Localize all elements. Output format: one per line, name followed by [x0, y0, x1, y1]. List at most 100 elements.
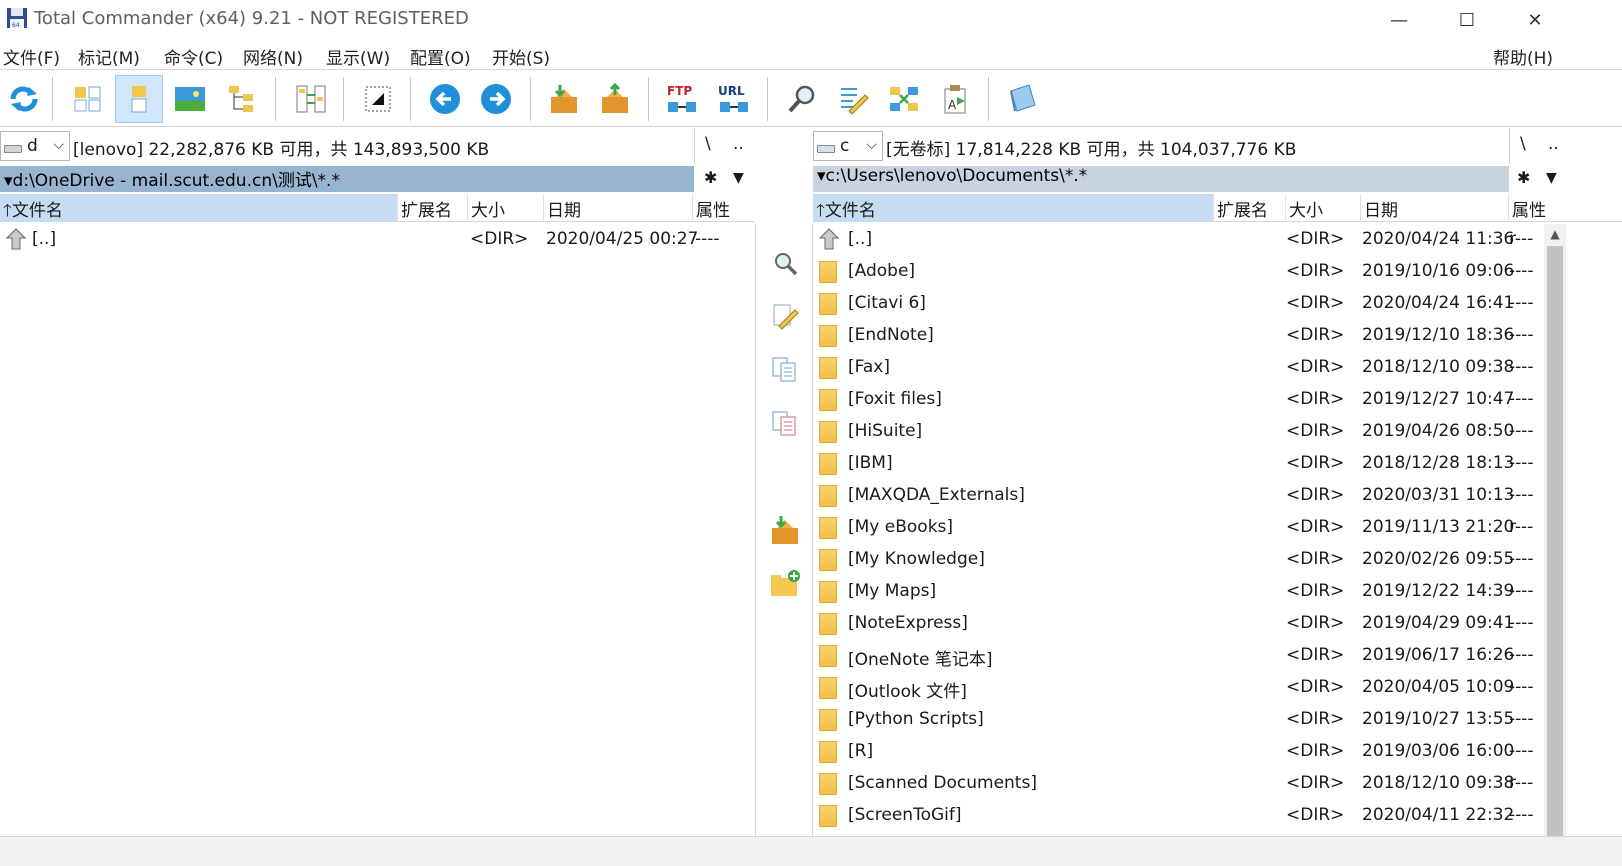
- file-row[interactable]: [My eBooks] <DIR> 2019/11/13 21:20 r---: [813, 512, 1544, 544]
- right-file-list[interactable]: [..] <DIR> 2020/04/24 11:36 r--- [Adobe] <DIR…: [813, 224, 1544, 836]
- ftp-icon[interactable]: FTP: [658, 75, 706, 123]
- file-date: 2018/12/10 09:38: [1362, 773, 1515, 793]
- status-bar: [0, 836, 1622, 866]
- maximize-button[interactable]: ☐: [1432, 0, 1502, 40]
- thumbnail-view-icon[interactable]: [166, 75, 214, 123]
- refresh-icon[interactable]: [0, 75, 48, 123]
- notepad-icon[interactable]: [998, 75, 1046, 123]
- menu-commands[interactable]: 命令(C): [164, 44, 223, 69]
- file-row[interactable]: [My Knowledge] <DIR> 2020/02/26 09:55 ----: [813, 544, 1544, 576]
- menu-show[interactable]: 显示(W): [326, 44, 390, 69]
- tree-view-icon[interactable]: [218, 75, 266, 123]
- file-row[interactable]: [Adobe] <DIR> 2019/10/16 09:06 ----: [813, 256, 1544, 288]
- path-dropdown-icon: ▾: [4, 171, 13, 191]
- sync-dirs-icon[interactable]: [880, 75, 928, 123]
- right-hotlist-chevron-icon[interactable]: ▼: [1546, 170, 1557, 186]
- right-root-button[interactable]: \: [1520, 134, 1526, 154]
- menu-start[interactable]: 开始(S): [492, 44, 550, 69]
- move-icon[interactable]: [767, 405, 803, 441]
- file-attr: ----: [1509, 485, 1534, 505]
- left-col-attr[interactable]: 属性: [693, 194, 754, 222]
- edit-icon[interactable]: [767, 298, 803, 334]
- pack-files-icon[interactable]: [767, 512, 803, 548]
- new-folder-icon[interactable]: [767, 566, 803, 602]
- file-name: [HiSuite]: [848, 421, 923, 441]
- file-attr: ----: [1509, 549, 1534, 569]
- file-row[interactable]: [EndNote] <DIR> 2019/12/10 18:36 ----: [813, 320, 1544, 352]
- search-icon[interactable]: [778, 75, 826, 123]
- file-row[interactable]: [NoteExpress] <DIR> 2019/04/29 09:41 ----: [813, 608, 1544, 640]
- forward-icon[interactable]: [472, 75, 520, 123]
- file-date: 2019/12/22 14:39: [1362, 581, 1515, 601]
- right-path[interactable]: ▾c:\Users\lenovo\Documents\*.*: [813, 166, 1509, 192]
- file-name: [EndNote]: [848, 325, 934, 345]
- menu-file[interactable]: 文件(F): [3, 44, 60, 69]
- pack-icon[interactable]: [540, 75, 588, 123]
- select-icon[interactable]: [354, 75, 402, 123]
- left-path[interactable]: ▾d:\OneDrive - mail.scut.edu.cn\测试\*.*: [0, 166, 694, 192]
- right-drive-select[interactable]: c ⌵: [813, 131, 883, 161]
- left-up-button[interactable]: ..: [733, 134, 744, 154]
- left-root-button[interactable]: \: [705, 134, 711, 154]
- scroll-up-icon[interactable]: ▲: [1544, 224, 1566, 244]
- file-row[interactable]: [Citavi 6] <DIR> 2020/04/24 16:41 ----: [813, 288, 1544, 320]
- right-up-button[interactable]: ..: [1548, 134, 1559, 154]
- file-row[interactable]: [My Maps] <DIR> 2019/12/22 14:39 ----: [813, 576, 1544, 608]
- multi-rename-icon[interactable]: [829, 75, 877, 123]
- file-size: <DIR>: [1286, 709, 1345, 729]
- file-row[interactable]: [Foxit files] <DIR> 2019/12/27 10:47 ----: [813, 384, 1544, 416]
- left-col-date[interactable]: 日期: [544, 194, 693, 222]
- edit-attrs-icon[interactable]: A: [931, 75, 979, 123]
- scroll-thumb[interactable]: [1547, 246, 1563, 836]
- file-date: 2018/12/28 18:13: [1362, 453, 1515, 473]
- left-history-star-icon[interactable]: ✱: [704, 168, 717, 187]
- full-view-icon[interactable]: [115, 75, 163, 123]
- file-date: 2019/12/10 18:36: [1362, 325, 1515, 345]
- left-drive-select[interactable]: d ⌵: [0, 131, 70, 161]
- back-icon[interactable]: [421, 75, 469, 123]
- menu-mark[interactable]: 标记(M): [78, 44, 140, 69]
- file-row[interactable]: [Outlook 文件] <DIR> 2020/04/05 10:09 ----: [813, 672, 1544, 704]
- right-history-star-icon[interactable]: ✱: [1517, 168, 1530, 187]
- file-row[interactable]: [ScreenToGif] <DIR> 2020/04/11 22:32 ----: [813, 800, 1544, 832]
- left-file-list[interactable]: [..] <DIR> 2020/04/25 00:27 ----: [0, 224, 754, 836]
- file-name: [OneNote 笔记本]: [848, 650, 993, 670]
- file-row[interactable]: [MAXQDA_Externals] <DIR> 2020/03/31 10:13-…: [813, 480, 1544, 512]
- right-col-name[interactable]: 🡑文件名: [813, 194, 1214, 222]
- file-row[interactable]: [IBM] <DIR> 2018/12/28 18:13 ----: [813, 448, 1544, 480]
- window-title: Total Commander (x64) 9.21 - NOT REGISTE…: [34, 8, 469, 29]
- left-hotlist-chevron-icon[interactable]: ▼: [733, 170, 744, 186]
- copy-icon[interactable]: [767, 351, 803, 387]
- menu-help[interactable]: 帮助(H): [1493, 44, 1553, 69]
- left-col-size[interactable]: 大小: [468, 194, 544, 222]
- file-row[interactable]: [..] <DIR> 2020/04/24 11:36 r---: [813, 224, 1544, 256]
- right-col-size[interactable]: 大小: [1286, 194, 1361, 222]
- file-row[interactable]: [Scanned Documents] <DIR> 2018/12/10 09:38…: [813, 768, 1544, 800]
- file-row[interactable]: [Python Scripts] <DIR> 2019/10/27 13:55 ---…: [813, 704, 1544, 736]
- file-date: 2020/04/05 10:09: [1362, 677, 1515, 697]
- file-row[interactable]: [Fax] <DIR> 2018/12/10 09:38 ----: [813, 352, 1544, 384]
- right-scrollbar[interactable]: ▲: [1544, 224, 1566, 836]
- file-row[interactable]: [R] <DIR> 2019/03/06 16:00 ----: [813, 736, 1544, 768]
- menu-net[interactable]: 网络(N): [243, 44, 303, 69]
- url-icon[interactable]: URL: [710, 75, 758, 123]
- minimize-button[interactable]: —: [1364, 0, 1434, 40]
- left-col-ext[interactable]: 扩展名: [398, 194, 468, 222]
- close-button[interactable]: ✕: [1500, 0, 1570, 40]
- unpack-icon[interactable]: [591, 75, 639, 123]
- ftp-label: FTP: [667, 84, 692, 98]
- title-bar: 64 Total Commander (x64) 9.21 - NOT REGI…: [0, 0, 1622, 40]
- file-date: 2019/10/27 13:55: [1362, 709, 1515, 729]
- right-col-attr[interactable]: 属性: [1509, 194, 1569, 222]
- app-floppy-icon: 64: [7, 8, 27, 29]
- right-col-ext[interactable]: 扩展名: [1214, 194, 1286, 222]
- view-icon[interactable]: [767, 246, 803, 282]
- brief-view-icon[interactable]: [64, 75, 112, 123]
- menu-configuration[interactable]: 配置(O): [410, 44, 471, 69]
- file-row[interactable]: [HiSuite] <DIR> 2019/04/26 08:50 ----: [813, 416, 1544, 448]
- file-row[interactable]: [..] <DIR> 2020/04/25 00:27 ----: [0, 224, 754, 256]
- left-col-name[interactable]: 🡑文件名: [0, 194, 398, 222]
- file-row[interactable]: [OneNote 笔记本] <DIR> 2019/06/17 16:26 ----: [813, 640, 1544, 672]
- compare-dirs-icon[interactable]: [287, 75, 335, 123]
- right-col-date[interactable]: 日期: [1361, 194, 1509, 222]
